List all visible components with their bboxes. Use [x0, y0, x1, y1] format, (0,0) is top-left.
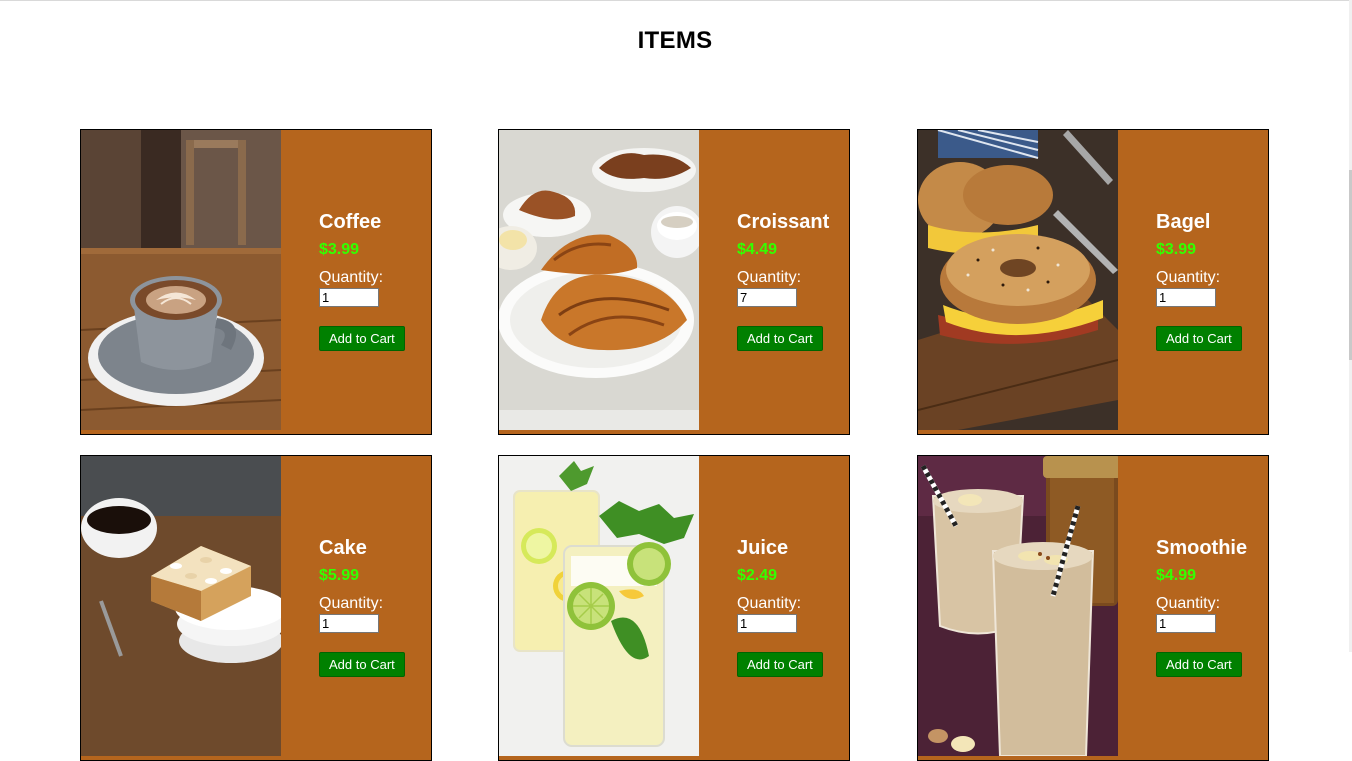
product-card-coffee: Coffee $3.99 Quantity: Add to Cart [80, 129, 432, 435]
add-to-cart-button[interactable]: Add to Cart [737, 326, 823, 351]
product-info: Bagel $3.99 Quantity: Add to Cart [1156, 210, 1266, 351]
product-name: Juice [737, 537, 789, 559]
quantity-label: Quantity: [1156, 595, 1221, 612]
product-name: Smoothie [1156, 537, 1248, 559]
product-card-cake: Cake $5.99 Quantity: Add to Cart [80, 455, 432, 761]
quantity-input[interactable] [319, 614, 379, 633]
juice-image [499, 456, 699, 756]
quantity-label: Quantity: [319, 269, 384, 286]
add-to-cart-button[interactable]: Add to Cart [319, 652, 405, 677]
product-name: Cake [319, 537, 367, 559]
product-price: $4.49 [737, 241, 778, 258]
product-info: Smoothie $4.99 Quantity: Add to Cart [1156, 536, 1266, 677]
add-to-cart-button[interactable]: Add to Cart [737, 652, 823, 677]
quantity-label: Quantity: [1156, 269, 1221, 286]
add-to-cart-button[interactable]: Add to Cart [319, 326, 405, 351]
quantity-input[interactable] [1156, 614, 1216, 633]
smoothie-image [918, 456, 1118, 756]
product-price: $2.49 [737, 567, 778, 584]
quantity-input[interactable] [319, 288, 379, 307]
product-name: Bagel [1156, 211, 1211, 233]
product-card-bagel: Bagel $3.99 Quantity: Add to Cart [917, 129, 1269, 435]
coffee-image [81, 130, 281, 430]
quantity-input[interactable] [737, 614, 797, 633]
quantity-label: Quantity: [319, 595, 384, 612]
product-card-croissant: Croissant $4.49 Quantity: Add to Cart [498, 129, 850, 435]
top-border [0, 0, 1352, 1]
product-price: $3.99 [1156, 241, 1197, 258]
product-price: $4.99 [1156, 567, 1197, 584]
quantity-input[interactable] [737, 288, 797, 307]
page-title: ITEMS [637, 27, 713, 54]
croissant-image [499, 130, 699, 430]
product-card-smoothie: Smoothie $4.99 Quantity: Add to Cart [917, 455, 1269, 761]
product-price: $5.99 [319, 567, 360, 584]
product-info: Cake $5.99 Quantity: Add to Cart [319, 536, 429, 677]
product-info: Croissant $4.49 Quantity: Add to Cart [737, 210, 847, 351]
add-to-cart-button[interactable]: Add to Cart [1156, 326, 1242, 351]
add-to-cart-button[interactable]: Add to Cart [1156, 652, 1242, 677]
quantity-label: Quantity: [737, 595, 802, 612]
bagel-image [918, 130, 1118, 430]
product-name: Croissant [737, 211, 830, 233]
product-info: Juice $2.49 Quantity: Add to Cart [737, 536, 847, 677]
product-price: $3.99 [319, 241, 360, 258]
product-name: Coffee [319, 211, 382, 233]
cake-image [81, 456, 281, 756]
product-info: Coffee $3.99 Quantity: Add to Cart [319, 210, 429, 351]
quantity-label: Quantity: [737, 269, 802, 286]
quantity-input[interactable] [1156, 288, 1216, 307]
product-card-juice: Juice $2.49 Quantity: Add to Cart [498, 455, 850, 761]
